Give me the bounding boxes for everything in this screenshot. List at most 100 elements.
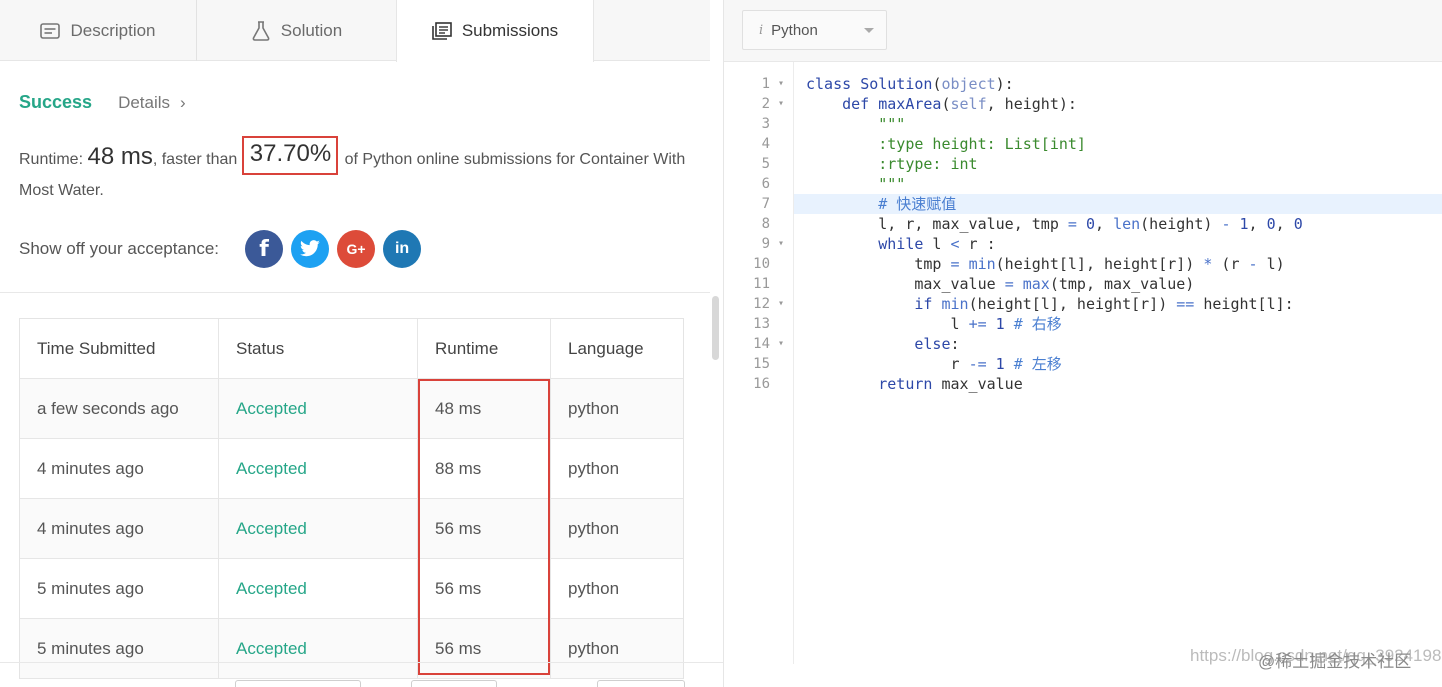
left-scrollbar[interactable] (712, 296, 719, 360)
line-number: 16 (753, 376, 770, 392)
row-language: python (568, 398, 620, 418)
table-header: Time Submitted Status Runtime Language (20, 319, 683, 379)
tab-submissions[interactable]: Submissions (396, 0, 594, 62)
table-row: 5 minutes ago Accepted 56 ms python (20, 619, 683, 679)
flask-icon (251, 20, 271, 41)
row-time: 5 minutes ago (20, 619, 219, 678)
table-row: 4 minutes ago Accepted 56 ms python (20, 499, 683, 559)
code-line: max_value = max(tmp, max_value) (806, 275, 1195, 293)
line-number: 12 (724, 294, 794, 314)
tab-description-label: Description (70, 20, 156, 40)
table-row: 4 minutes ago Accepted 88 ms python (20, 439, 683, 499)
line-number: 8 (761, 216, 770, 232)
row-runtime: 48 ms (418, 379, 551, 438)
row-status-link[interactable]: Accepted (219, 559, 418, 618)
line-number: 15 (753, 356, 770, 372)
runtime-prefix: Runtime: (19, 151, 88, 168)
row-language: python (568, 578, 620, 598)
pagination-button[interactable] (411, 680, 497, 687)
code-line: class Solution(object): (806, 75, 1014, 93)
editor-panel: i Python 1 2 3 4 5 6 7 8 9 10 11 12 13 1… (724, 0, 1442, 687)
row-language: python (568, 638, 620, 658)
code-line: if min(height[l], height[r]) == height[l… (914, 295, 1294, 313)
table-row: 5 minutes ago Accepted 56 ms python (20, 559, 683, 619)
line-number: 3 (761, 116, 770, 132)
language-select[interactable]: i Python (742, 10, 887, 50)
code-line: while l < r : (878, 235, 996, 253)
code-line: :type height: List[int] (878, 135, 1086, 153)
row-runtime: 56 ms (418, 619, 551, 678)
details-link[interactable]: Details (118, 93, 170, 113)
code-line: else: (914, 335, 960, 353)
row-runtime: 56 ms (418, 499, 551, 558)
row-runtime: 88 ms (418, 439, 551, 498)
editor-toolbar: i Python (724, 0, 1442, 61)
line-number: 7 (761, 196, 770, 212)
table-row: a few seconds ago Accepted 48 ms python (20, 379, 683, 439)
line-number: 11 (753, 276, 770, 292)
caret-down-icon (864, 28, 874, 33)
row-runtime: 56 ms (418, 559, 551, 618)
tab-bar: Description Solution Submissions (0, 0, 710, 62)
row-status-link[interactable]: Accepted (219, 499, 418, 558)
code-editor[interactable]: 1 2 3 4 5 6 7 8 9 10 11 12 13 14 15 16 c… (724, 61, 1442, 664)
tab-solution-label: Solution (280, 20, 343, 40)
submissions-icon (432, 21, 452, 41)
tab-description[interactable]: Description (0, 0, 196, 61)
share-row: Show off your acceptance: f G+ in (19, 230, 429, 268)
row-language: python (568, 458, 620, 478)
row-time: 4 minutes ago (20, 439, 219, 498)
code-line: :rtype: int (878, 155, 978, 173)
header-runtime[interactable]: Runtime (418, 319, 551, 378)
submissions-table: Time Submitted Status Runtime Language a… (19, 318, 684, 679)
line-number: 6 (761, 176, 770, 192)
code-line: def maxArea(self, height): (842, 95, 1077, 113)
line-number: 2 (724, 94, 794, 114)
line-number: 9 (724, 234, 794, 254)
code-line: l, r, max_value, tmp = 0, len(height) - … (806, 215, 1303, 233)
pagination-button[interactable] (597, 680, 685, 687)
watermark-brand: @稀土掘金技术社区 (1258, 652, 1412, 671)
info-icon: i (759, 22, 764, 38)
row-status-link[interactable]: Accepted (219, 379, 418, 438)
line-number: 5 (761, 156, 770, 172)
code-line: # 快速赋值 (878, 195, 957, 213)
code-line: tmp = min(height[l], height[r]) * (r - l… (806, 255, 1285, 273)
header-language[interactable]: Language (551, 319, 683, 378)
google-plus-icon[interactable]: G+ (337, 230, 376, 268)
line-number: 1 (724, 74, 794, 94)
runtime-faster-text: , faster than (152, 151, 242, 168)
tab-solution[interactable]: Solution (196, 0, 396, 61)
pagination-button[interactable] (235, 680, 361, 687)
facebook-icon[interactable]: f (245, 230, 284, 268)
code-line: l += 1 # 右移 (806, 315, 1062, 333)
language-select-value: Python (771, 21, 818, 39)
percentile-value: 37.70% (241, 136, 339, 175)
code-line: return max_value (878, 375, 1023, 393)
tab-submissions-label: Submissions (461, 21, 559, 40)
linkedin-icon[interactable]: in (383, 230, 422, 268)
row-language: python (568, 518, 620, 538)
section-divider (0, 292, 710, 293)
line-number: 14 (724, 334, 794, 354)
row-time: a few seconds ago (20, 379, 219, 438)
header-time-submitted[interactable]: Time Submitted (20, 319, 219, 378)
left-panel: Description Solution Submissions Success… (0, 0, 710, 687)
twitter-icon[interactable] (291, 230, 330, 268)
result-header: Success Details › (19, 92, 186, 113)
code-line: """ (878, 175, 906, 193)
code-line: """ (878, 115, 906, 133)
line-number: 4 (761, 136, 770, 152)
code-line: r -= 1 # 左移 (806, 355, 1062, 373)
line-number: 10 (753, 256, 770, 272)
line-number: 13 (753, 316, 770, 332)
row-status-link[interactable]: Accepted (219, 439, 418, 498)
chevron-right-icon[interactable]: › (180, 93, 186, 113)
share-label: Show off your acceptance: (19, 239, 220, 258)
runtime-value: 48 ms (87, 143, 153, 170)
row-time: 5 minutes ago (20, 559, 219, 618)
runtime-summary: Runtime: 48 ms, faster than 37.70% of Py… (19, 136, 689, 204)
row-time: 4 minutes ago (20, 499, 219, 558)
row-status-link[interactable]: Accepted (219, 619, 418, 678)
header-status[interactable]: Status (219, 319, 418, 378)
